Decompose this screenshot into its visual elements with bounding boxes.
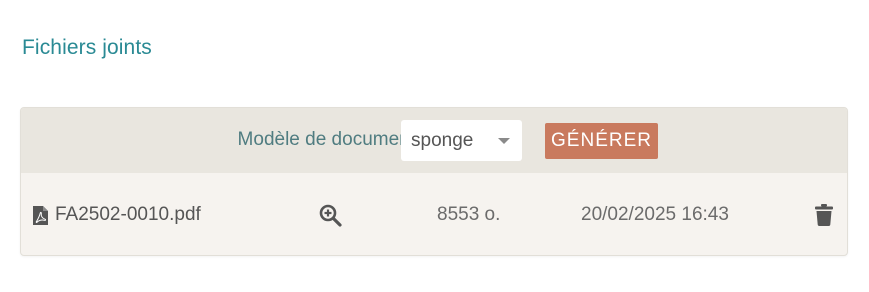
document-model-label: Modèle de document [237, 129, 415, 150]
file-date: 20/02/2025 16:43 [581, 204, 729, 225]
attached-files-panel: Modèle de document sponge GÉNÉRER FA2502… [20, 107, 848, 256]
document-model-select-value: sponge [411, 130, 474, 151]
generate-button[interactable]: GÉNÉRER [545, 123, 658, 159]
zoom-in-icon[interactable] [319, 204, 342, 227]
attached-files-section: Fichiers joints Modèle de document spong… [0, 0, 869, 292]
caret-down-icon [498, 138, 510, 144]
document-generation-toolbar: Modèle de document sponge GÉNÉRER [21, 108, 847, 173]
file-pdf-icon [33, 206, 48, 225]
file-size: 8553 o. [437, 204, 501, 225]
file-name-link[interactable]: FA2502-0010.pdf [55, 204, 201, 226]
file-row: FA2502-0010.pdf 8553 o. 20/02/2025 16:43 [21, 173, 847, 255]
trash-icon[interactable] [815, 204, 833, 226]
section-title: Fichiers joints [22, 36, 152, 59]
document-model-select[interactable]: sponge [401, 120, 522, 161]
